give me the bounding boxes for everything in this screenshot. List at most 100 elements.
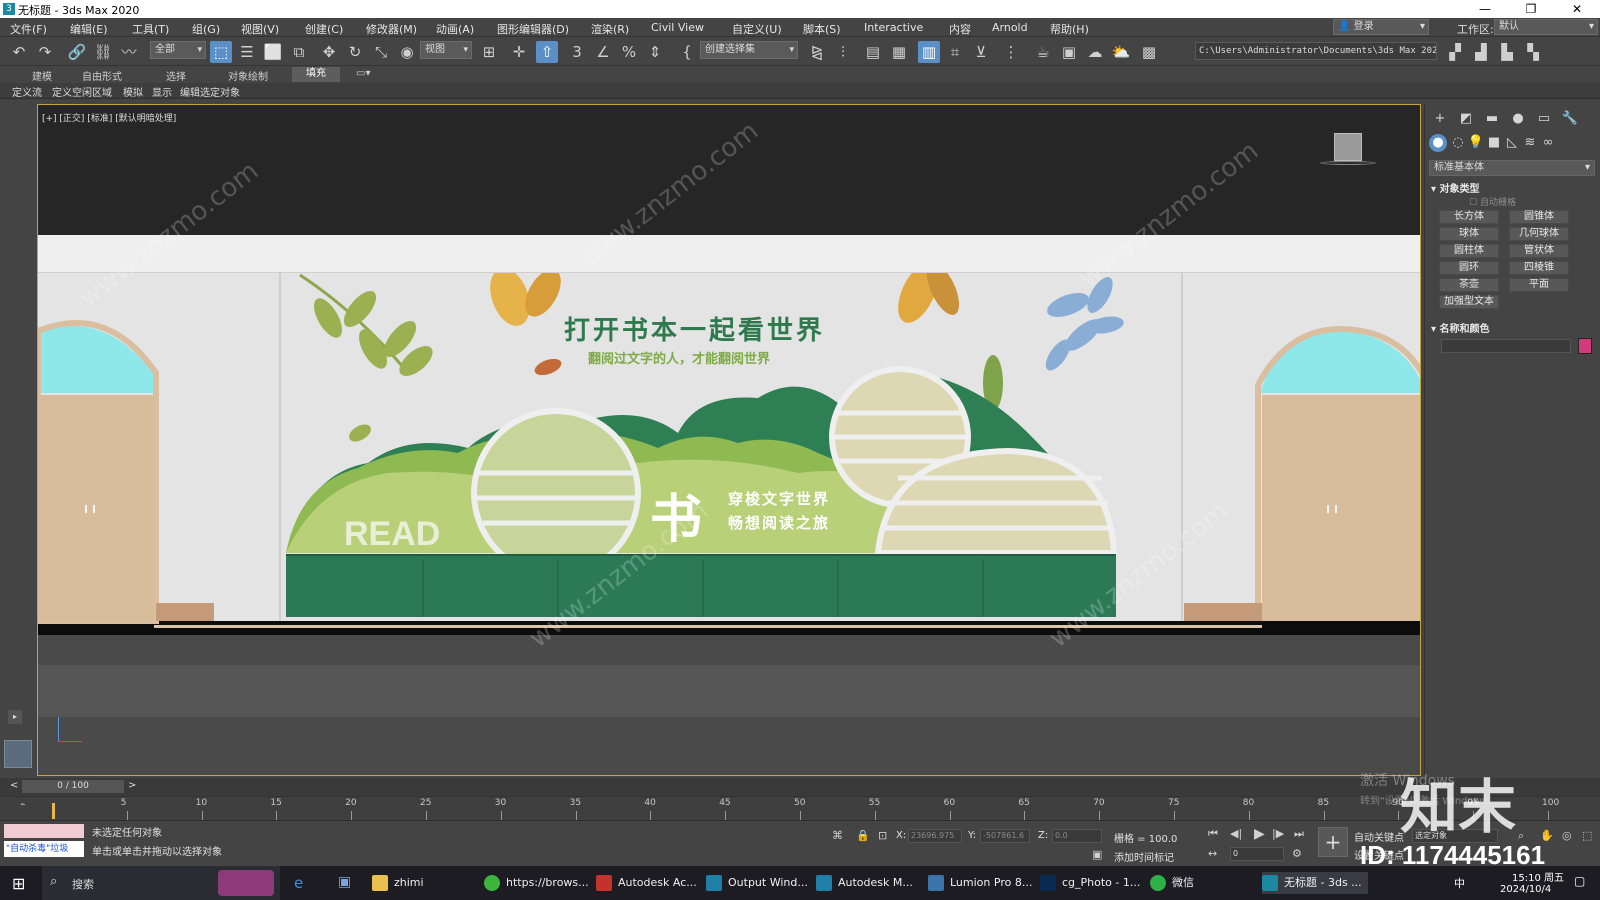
- redo-icon[interactable]: ↷: [34, 41, 56, 63]
- restore-button[interactable]: ❐: [1508, 0, 1554, 18]
- taskbar-search-box[interactable]: ⌕ 搜索: [42, 866, 280, 900]
- unlink-icon[interactable]: ⛓: [92, 41, 114, 63]
- menu-help[interactable]: 帮助(H): [1050, 21, 1089, 37]
- y-coordinate-field[interactable]: -507861.6: [980, 829, 1030, 843]
- workspace-dropdown[interactable]: 默认 ▾: [1494, 19, 1598, 35]
- geosphere-button[interactable]: 几何球体: [1509, 227, 1569, 241]
- torus-button[interactable]: 圆环: [1439, 261, 1499, 275]
- project-path-field[interactable]: C:\Users\Administrator\Documents\3ds Max…: [1195, 42, 1437, 60]
- curve-editor-icon[interactable]: ▥: [918, 41, 940, 63]
- next-frame-icon[interactable]: >: [128, 780, 136, 791]
- render-iterative-icon[interactable]: ☁: [1084, 41, 1106, 63]
- viewport-label[interactable]: [+] [正交] [标准] [默认明暗处理]: [42, 111, 176, 124]
- snaps-toggle-icon[interactable]: 3: [566, 41, 588, 63]
- key-mode-icon[interactable]: ↔: [1208, 847, 1217, 860]
- orbit-icon[interactable]: ◎: [1562, 829, 1572, 842]
- taskbar-item-zhimi[interactable]: zhimi: [372, 872, 424, 894]
- selection-filter-dropdown[interactable]: 全部: [150, 41, 206, 59]
- menu-scripting[interactable]: 脚本(S): [803, 21, 841, 37]
- spacewarps-icon[interactable]: ≋: [1521, 134, 1539, 152]
- previous-frame-icon[interactable]: ◀|: [1230, 827, 1242, 840]
- layer-explorer-icon[interactable]: ▤: [862, 41, 884, 63]
- menu-modifiers[interactable]: 修改器(M): [366, 21, 417, 37]
- taskbar-item-autocad[interactable]: Autodesk Ac...: [596, 872, 697, 894]
- window-crossing-icon[interactable]: ⧉: [288, 41, 310, 63]
- cameras-icon[interactable]: ■: [1485, 134, 1503, 152]
- menu-customize[interactable]: 自定义(U): [732, 21, 782, 37]
- taskbar-item-wechat[interactable]: 微信: [1150, 872, 1194, 894]
- tab-modeling[interactable]: 建模: [32, 68, 52, 83]
- shapes-icon[interactable]: ◌: [1449, 134, 1467, 152]
- isolate-selection-icon[interactable]: ⌘: [832, 829, 843, 842]
- maxscript-listener-bottom[interactable]: "自动杀毒"垃圾: [4, 841, 84, 857]
- maximize-viewport-icon[interactable]: ⬚: [1582, 829, 1592, 842]
- z-coordinate-field[interactable]: 0.0: [1052, 829, 1102, 843]
- time-slider-thumb[interactable]: 0 / 100: [22, 780, 124, 793]
- tab-populate[interactable]: 填充: [292, 67, 340, 82]
- time-config-icon[interactable]: ⚙: [1292, 847, 1302, 860]
- clock-date[interactable]: 2024/10/4: [1500, 884, 1551, 895]
- bind-spacewarp-icon[interactable]: 〰: [118, 41, 140, 63]
- menu-rendering[interactable]: 渲染(R): [591, 21, 629, 37]
- go-to-start-icon[interactable]: ⏮: [1208, 827, 1218, 841]
- menu-tools[interactable]: 工具(T): [132, 21, 169, 37]
- ribbon-options-icon[interactable]: ▭▾: [356, 68, 370, 79]
- teapot-button[interactable]: 茶壶: [1439, 278, 1499, 292]
- menu-group[interactable]: 组(G): [192, 21, 220, 37]
- expand-arrow-icon[interactable]: ▸: [8, 710, 22, 724]
- tab-object-paint[interactable]: 对象绘制: [228, 68, 268, 83]
- menu-edit[interactable]: 编辑(E): [70, 21, 108, 37]
- x-coordinate-field[interactable]: 23696.975: [908, 829, 962, 843]
- schematic-view-icon[interactable]: ⌗: [944, 41, 966, 63]
- modify-tab-icon[interactable]: ◩: [1457, 110, 1475, 128]
- menu-graph-editors[interactable]: 图形编辑器(D): [497, 21, 569, 37]
- create-project-icon[interactable]: ▙: [1496, 41, 1518, 63]
- menu-create[interactable]: 创建(C): [305, 21, 343, 37]
- play-icon[interactable]: ▶: [1254, 826, 1265, 842]
- object-name-field[interactable]: [1441, 339, 1571, 353]
- move-icon[interactable]: ✥: [318, 41, 340, 63]
- mini-curve-editor-icon[interactable]: ⌁: [20, 800, 25, 810]
- edit-selected-button[interactable]: 编辑选定对象: [180, 84, 240, 99]
- notification-icon[interactable]: ▢: [1574, 874, 1585, 888]
- menu-file[interactable]: 文件(F): [10, 21, 47, 37]
- geometry-icon[interactable]: ●: [1429, 134, 1447, 152]
- object-color-swatch[interactable]: [1578, 338, 1592, 354]
- tab-selection[interactable]: 选择: [166, 68, 186, 83]
- link-icon[interactable]: 🔗: [66, 41, 88, 63]
- menu-content[interactable]: 内容: [949, 21, 971, 37]
- named-selection-dropdown[interactable]: 创建选择集: [700, 41, 798, 59]
- render-setup-icon[interactable]: ⋮: [1000, 41, 1022, 63]
- material-editor-icon[interactable]: ⊻: [970, 41, 992, 63]
- box-button[interactable]: 长方体: [1439, 210, 1499, 224]
- tube-button[interactable]: 管状体: [1509, 244, 1569, 258]
- edge-browser-icon[interactable]: e: [294, 874, 303, 892]
- open-project-icon[interactable]: ▟: [1470, 41, 1492, 63]
- windows-start-icon[interactable]: ⊞: [12, 874, 25, 893]
- viewport-layout-thumbnail[interactable]: [4, 740, 32, 768]
- rectangular-selection-icon[interactable]: ⬜: [262, 41, 284, 63]
- taskbar-item-photoshop[interactable]: cg_Photo - 1...: [1040, 872, 1140, 894]
- clock-time[interactable]: 15:10 周五: [1512, 869, 1564, 884]
- current-frame-field[interactable]: 0: [1230, 847, 1284, 861]
- tab-freeform[interactable]: 自由形式: [82, 68, 122, 83]
- hierarchy-tab-icon[interactable]: ▬: [1483, 110, 1501, 128]
- menu-view[interactable]: 视图(V): [241, 21, 279, 37]
- select-by-name-icon[interactable]: ☰: [236, 41, 258, 63]
- go-to-end-icon[interactable]: ⏭: [1294, 827, 1304, 841]
- keyboard-shortcut-override-icon[interactable]: ⇧: [536, 41, 558, 63]
- pyramid-button[interactable]: 四棱锥: [1509, 261, 1569, 275]
- define-idle-areas-button[interactable]: 定义空闲区域: [52, 84, 112, 99]
- create-tab-icon[interactable]: +: [1431, 110, 1449, 128]
- set-key-icon[interactable]: +: [1318, 827, 1348, 857]
- percent-snap-icon[interactable]: %: [618, 41, 640, 63]
- select-object-icon[interactable]: ⬚: [210, 41, 232, 63]
- add-time-tag-button[interactable]: 添加时间标记: [1114, 849, 1174, 864]
- auto-grid-checkbox[interactable]: ☐ 自动栅格: [1469, 195, 1516, 208]
- prev-frame-icon[interactable]: <: [10, 780, 18, 791]
- selection-lock-icon[interactable]: 🔒: [856, 829, 870, 842]
- pivot-center-icon[interactable]: ⊞: [478, 41, 500, 63]
- taskbar-item-browser[interactable]: https://brows...: [484, 872, 589, 894]
- project-folder-icon[interactable]: ▞: [1444, 41, 1466, 63]
- rendered-frame-window-icon[interactable]: ☕: [1032, 41, 1054, 63]
